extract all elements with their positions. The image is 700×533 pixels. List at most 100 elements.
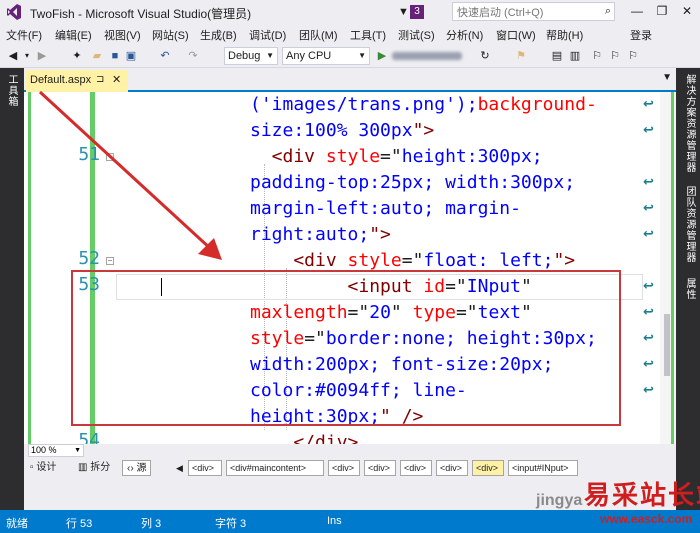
crumb-item[interactable]: <div> xyxy=(436,460,468,476)
design-view-button[interactable]: ▫ 设计 xyxy=(30,460,56,476)
code-token: size:100% 300px xyxy=(250,120,413,141)
word-wrap-icon: ↩ xyxy=(643,200,654,215)
title-bar: TwoFish - Microsoft Visual Studio(管理员) ▼… xyxy=(0,0,700,24)
split-icon: ▥ xyxy=(78,462,91,473)
back-dropdown-icon[interactable]: ▾ xyxy=(22,48,32,64)
code-token: ('images/trans.png'); xyxy=(250,94,478,115)
solution-explorer-tab[interactable]: 解决方案资源管理器 xyxy=(682,74,697,173)
bookmark-prev-icon[interactable]: ⚐ xyxy=(608,48,622,64)
zoom-select[interactable]: 100 % ▼ xyxy=(28,444,84,457)
code-line: ('images/trans.png');background- xyxy=(250,92,597,118)
menu-edit[interactable]: 编辑(E) xyxy=(55,27,92,43)
menu-analyze[interactable]: 分析(N) xyxy=(446,27,483,43)
menu-build[interactable]: 生成(B) xyxy=(200,27,237,43)
crumb-item[interactable]: <div#maincontent> xyxy=(226,460,324,476)
left-tool-panel: 工具箱 xyxy=(0,68,24,510)
chevron-down-icon[interactable]: ▼ xyxy=(662,72,672,83)
zoom-value: 100 % xyxy=(31,445,57,455)
forward-icon[interactable]: ▶ xyxy=(35,48,49,64)
standard-toolbar: ◀ ▾ ▶ ✦ ▰ ■ ▣ ↶ ↷ Debug ▼ Any CPU ▼ ▶ ↻ … xyxy=(0,44,700,68)
chevron-down-icon: ▼ xyxy=(74,447,81,454)
code-token: =" xyxy=(380,146,402,167)
window-title: TwoFish - Microsoft Visual Studio(管理员) xyxy=(30,7,252,21)
save-icon[interactable]: ■ xyxy=(108,48,122,64)
find-in-files-icon[interactable]: ⚑ xyxy=(514,48,528,64)
crumb-item[interactable]: <div> xyxy=(188,460,222,476)
code-token: <div xyxy=(250,146,326,167)
redo-icon[interactable]: ↷ xyxy=(186,48,200,64)
undo-icon[interactable]: ↶ xyxy=(158,48,172,64)
solution-config-select[interactable]: Debug ▼ xyxy=(224,47,278,65)
close-tab-icon[interactable]: ✕ xyxy=(112,70,121,90)
restore-button[interactable]: ❐ xyxy=(651,2,673,20)
watermark-partial: jingya xyxy=(536,492,583,509)
close-window-button[interactable]: ✕ xyxy=(676,2,698,20)
right-tool-panel: 解决方案资源管理器 团队资源管理器 属性 xyxy=(676,68,700,510)
tab-default-aspx[interactable]: Default.aspx ⊐ ✕ xyxy=(26,70,128,92)
crumb-item[interactable]: <div> xyxy=(328,460,360,476)
bookmark-icon[interactable]: ⚐ xyxy=(590,48,604,64)
fold-toggle-icon[interactable]: − xyxy=(106,257,114,265)
crumb-item[interactable]: <div> xyxy=(400,460,432,476)
source-view-button[interactable]: ‹› 源 xyxy=(122,460,152,476)
crumb-item-active[interactable]: <div> xyxy=(472,460,504,476)
refresh-icon[interactable]: ↻ xyxy=(478,48,492,64)
crumb-item[interactable]: <input#INput> xyxy=(508,460,578,476)
fold-toggle-icon[interactable]: − xyxy=(106,153,114,161)
editor-vertical-scrollbar[interactable] xyxy=(660,92,676,458)
menu-help[interactable]: 帮助(H) xyxy=(546,27,583,43)
crumb-scroll-left-icon[interactable]: ◀ xyxy=(176,460,183,476)
watermark-brand: 易采站长站 xyxy=(584,481,700,511)
chevron-down-icon: ▼ xyxy=(358,51,366,60)
new-project-icon[interactable]: ✦ xyxy=(70,48,84,64)
quick-launch-input[interactable] xyxy=(453,4,593,22)
code-token: <div xyxy=(250,250,348,271)
code-token: "> xyxy=(369,224,391,245)
code-token: "> xyxy=(553,250,576,271)
start-debug-icon[interactable]: ▶ xyxy=(376,48,388,64)
team-explorer-tab[interactable]: 团队资源管理器 xyxy=(682,186,697,263)
status-column: 列 3 xyxy=(141,518,162,530)
menu-test[interactable]: 测试(S) xyxy=(398,27,435,43)
platform-select[interactable]: Any CPU ▼ xyxy=(282,47,370,65)
open-folder-icon[interactable]: ▰ xyxy=(90,48,104,64)
notifications-button[interactable]: ▼ 3 xyxy=(398,4,426,20)
crumb-item[interactable]: <div> xyxy=(364,460,396,476)
menu-debug[interactable]: 调试(D) xyxy=(249,27,286,43)
minimize-button[interactable]: — xyxy=(626,2,648,20)
code-editor[interactable]: 51 52 53 54 55 − − ('images/trans.png');… xyxy=(24,92,676,458)
quick-launch[interactable]: ⌕ xyxy=(452,2,615,22)
code-token: margin-left:auto; margin- xyxy=(250,198,521,219)
menu-view[interactable]: 视图(V) xyxy=(104,27,141,43)
properties-tab[interactable]: 属性 xyxy=(682,278,697,300)
code-line: margin-left:auto; margin- xyxy=(250,196,521,222)
split-view-button[interactable]: ▥ 拆分 xyxy=(78,460,110,476)
menu-tools[interactable]: 工具(T) xyxy=(350,27,386,43)
toolbox-tab[interactable]: 工具箱 xyxy=(4,74,19,107)
menu-file[interactable]: 文件(F) xyxy=(6,27,42,43)
status-insert-mode: Ins xyxy=(327,515,342,527)
code-token: padding-top:25px; width:300px; xyxy=(250,172,576,193)
menu-team[interactable]: 团队(M) xyxy=(299,27,338,43)
signin-link[interactable]: 登录 xyxy=(630,27,652,43)
menu-website[interactable]: 网站(S) xyxy=(152,27,189,43)
code-token: right:auto; xyxy=(250,224,370,245)
menu-window[interactable]: 窗口(W) xyxy=(496,27,536,43)
browser-target-blurred[interactable] xyxy=(392,52,462,60)
pin-icon[interactable]: ⊐ xyxy=(96,70,104,90)
word-wrap-icon: ↩ xyxy=(643,96,654,111)
back-icon[interactable]: ◀ xyxy=(6,48,20,64)
comment-icon[interactable]: ▤ xyxy=(550,48,564,64)
scroll-thumb[interactable] xyxy=(664,314,670,376)
status-line: 行 53 xyxy=(66,518,93,530)
bookmark-next-icon[interactable]: ⚐ xyxy=(626,48,640,64)
save-all-icon[interactable]: ▣ xyxy=(124,48,138,64)
annotation-highlight-box xyxy=(71,270,621,426)
code-token: float: left; xyxy=(423,250,554,271)
line-number: 51 xyxy=(78,144,100,165)
tab-label: Default.aspx xyxy=(30,74,92,86)
left-change-margin xyxy=(28,92,31,458)
uncomment-icon[interactable]: ▥ xyxy=(568,48,582,64)
document-tab-strip: Default.aspx ⊐ ✕ ▼ xyxy=(24,68,676,92)
scroll-change-marker xyxy=(671,92,674,458)
